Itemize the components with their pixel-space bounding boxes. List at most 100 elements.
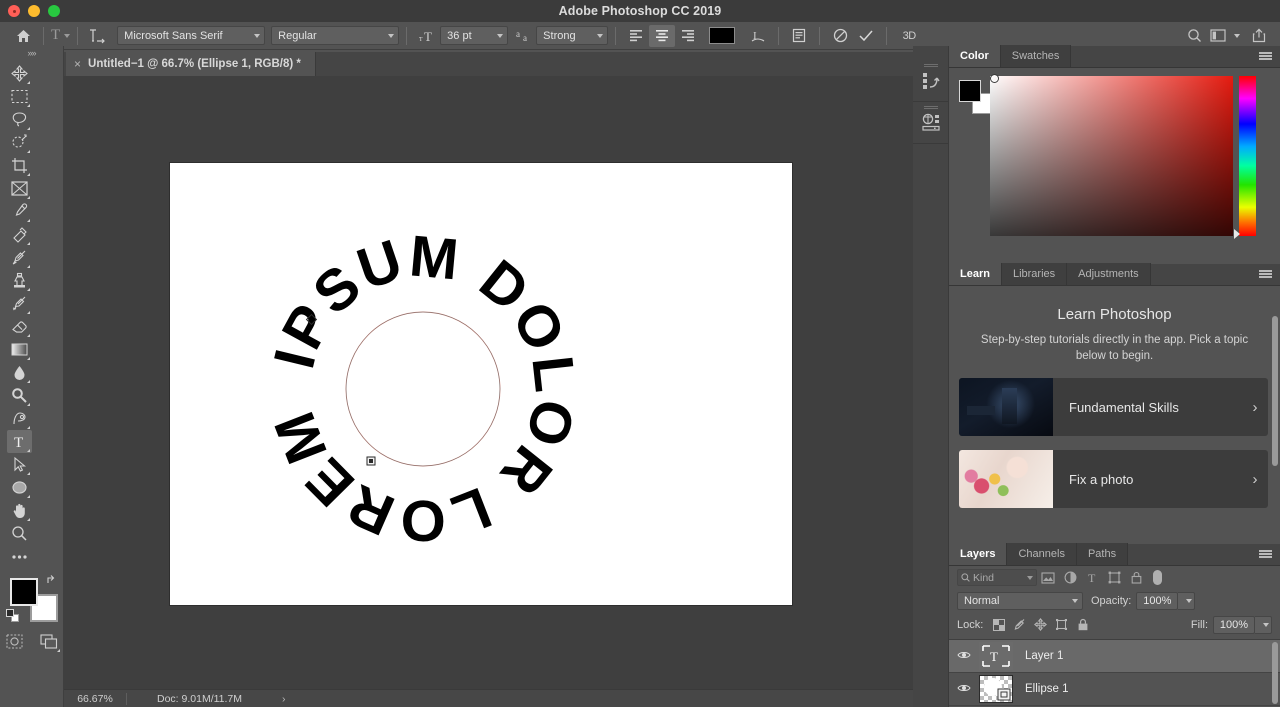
color-field-picker[interactable] bbox=[990, 74, 999, 83]
opacity-stepper[interactable] bbox=[1178, 592, 1196, 610]
tab-color[interactable]: Color bbox=[949, 45, 1001, 67]
frame-tool[interactable] bbox=[7, 177, 32, 200]
align-left-button[interactable] bbox=[623, 25, 649, 47]
foreground-color-swatch[interactable] bbox=[9, 578, 38, 606]
eraser-tool[interactable] bbox=[7, 315, 32, 338]
panel-menu-icon[interactable] bbox=[1259, 52, 1272, 61]
clone-stamp-tool[interactable] bbox=[7, 269, 32, 292]
search-icon[interactable] bbox=[1181, 25, 1207, 47]
pen-tool[interactable] bbox=[7, 407, 32, 430]
learn-panel-scrollbar[interactable] bbox=[1272, 316, 1278, 466]
layer-name[interactable]: Ellipse 1 bbox=[1013, 683, 1068, 695]
document-tab[interactable]: × Untitled−1 @ 66.7% (Ellipse 1, RGB/8) … bbox=[66, 52, 316, 76]
canvas-area[interactable]: IPSUM DOLOR LOREM bbox=[64, 76, 913, 689]
zoom-tool[interactable] bbox=[7, 522, 32, 545]
tab-adjustments[interactable]: Adjustments bbox=[1067, 263, 1151, 285]
home-icon[interactable] bbox=[10, 25, 36, 47]
spot-healing-brush-tool[interactable] bbox=[7, 223, 32, 246]
share-icon[interactable] bbox=[1246, 25, 1272, 47]
toggle-text-orientation-icon[interactable] bbox=[85, 25, 111, 47]
layer-list[interactable]: T Layer 1 Ellipse 1 bbox=[949, 639, 1280, 707]
edit-toolbar-tool[interactable] bbox=[7, 545, 32, 568]
swap-colors-icon[interactable] bbox=[46, 574, 58, 588]
panel-grip[interactable] bbox=[923, 64, 938, 68]
character-paragraph-panels-icon[interactable] bbox=[786, 25, 812, 47]
layer-thumbnail[interactable] bbox=[979, 675, 1013, 703]
align-center-button[interactable] bbox=[649, 24, 676, 47]
pixel-filter-icon[interactable] bbox=[1037, 568, 1059, 588]
type-filter-icon[interactable]: T bbox=[1081, 568, 1103, 588]
learn-card-fix-a-photo[interactable]: Fix a photo › bbox=[959, 450, 1268, 508]
document-canvas[interactable]: IPSUM DOLOR LOREM bbox=[170, 163, 792, 605]
rectangular-marquee-tool[interactable] bbox=[7, 85, 32, 108]
warp-text-icon[interactable]: I bbox=[745, 25, 771, 47]
tab-libraries[interactable]: Libraries bbox=[1001, 263, 1068, 285]
path-selection-tool[interactable] bbox=[7, 453, 32, 476]
tab-swatches[interactable]: Swatches bbox=[1000, 45, 1072, 67]
panel-grip[interactable] bbox=[923, 106, 938, 110]
default-colors-icon[interactable] bbox=[5, 609, 19, 622]
panel-menu-icon[interactable] bbox=[1259, 550, 1272, 559]
filter-enable-toggle[interactable] bbox=[1153, 570, 1162, 585]
gradient-tool[interactable] bbox=[7, 338, 32, 361]
move-tool[interactable] bbox=[7, 62, 32, 85]
color-field[interactable] bbox=[990, 76, 1233, 236]
font-style-combo[interactable]: Regular bbox=[271, 26, 400, 45]
layers-scrollbar[interactable] bbox=[1272, 642, 1278, 704]
anti-aliasing-combo[interactable]: Strong bbox=[536, 26, 609, 45]
blur-tool[interactable] bbox=[7, 361, 32, 384]
history-brush-tool[interactable] bbox=[7, 292, 32, 315]
layer-visibility-icon[interactable] bbox=[949, 650, 979, 663]
type-tool[interactable]: T bbox=[7, 430, 32, 453]
shape-filter-icon[interactable] bbox=[1103, 568, 1125, 588]
commit-edits-icon[interactable] bbox=[853, 25, 879, 47]
path-end-handle[interactable] bbox=[366, 456, 376, 466]
lock-transparent-pixels-icon[interactable] bbox=[988, 615, 1009, 635]
quick-mask-mode-button[interactable] bbox=[2, 630, 27, 653]
hand-tool[interactable] bbox=[7, 499, 32, 522]
fill-value[interactable]: 100% bbox=[1213, 615, 1255, 634]
zoom-level[interactable]: 66.67% bbox=[64, 693, 126, 705]
status-expand-icon[interactable]: › bbox=[282, 693, 286, 705]
align-right-button[interactable] bbox=[675, 25, 701, 47]
history-panel-icon[interactable] bbox=[913, 60, 948, 102]
foreground-color-swatch[interactable] bbox=[959, 80, 981, 102]
screen-mode-button[interactable] bbox=[37, 630, 62, 653]
font-family-combo[interactable]: Microsoft Sans Serif bbox=[117, 26, 266, 45]
layer-thumbnail[interactable]: T bbox=[979, 642, 1013, 670]
adjustment-filter-icon[interactable] bbox=[1059, 568, 1081, 588]
properties-panel-icon[interactable] bbox=[913, 102, 948, 144]
lock-position-icon[interactable] bbox=[1030, 615, 1051, 635]
lasso-tool[interactable] bbox=[7, 108, 32, 131]
learn-card-fundamental-skills[interactable]: Fundamental Skills › bbox=[959, 378, 1268, 436]
lock-all-icon[interactable] bbox=[1072, 615, 1093, 635]
table-row[interactable]: T Layer 1 bbox=[949, 640, 1280, 673]
tool-preset-picker[interactable]: T bbox=[51, 27, 71, 44]
eyedropper-tool[interactable] bbox=[7, 200, 32, 223]
tab-layers[interactable]: Layers bbox=[949, 543, 1008, 565]
brush-tool[interactable] bbox=[7, 246, 32, 269]
lock-artboard-nesting-icon[interactable] bbox=[1051, 615, 1072, 635]
close-icon[interactable]: × bbox=[74, 57, 81, 71]
ellipse-tool[interactable] bbox=[7, 476, 32, 499]
layer-visibility-icon[interactable] bbox=[949, 683, 979, 696]
opacity-value[interactable]: 100% bbox=[1136, 592, 1179, 610]
hue-slider-handle[interactable] bbox=[1234, 229, 1240, 239]
tab-learn[interactable]: Learn bbox=[949, 263, 1002, 285]
table-row[interactable]: Ellipse 1 bbox=[949, 673, 1280, 706]
layer-filter-kind-select[interactable]: Kind bbox=[957, 569, 1037, 586]
object-selection-tool[interactable] bbox=[7, 131, 32, 154]
text-color-swatch[interactable] bbox=[709, 27, 736, 44]
font-size-combo[interactable]: 36 pt bbox=[440, 26, 509, 45]
tab-channels[interactable]: Channels bbox=[1007, 543, 1077, 565]
dodge-tool[interactable] bbox=[7, 384, 32, 407]
expand-toolbar-icon[interactable]: »» bbox=[0, 46, 63, 60]
cancel-edits-icon[interactable] bbox=[827, 25, 853, 47]
layer-name[interactable]: Layer 1 bbox=[1013, 650, 1063, 662]
three-d-mode-icon[interactable]: 3D bbox=[894, 25, 924, 47]
lock-image-pixels-icon[interactable] bbox=[1009, 615, 1030, 635]
blend-mode-select[interactable]: Normal bbox=[957, 592, 1083, 610]
panel-menu-icon[interactable] bbox=[1259, 270, 1272, 279]
fill-stepper[interactable] bbox=[1255, 615, 1272, 634]
hue-slider[interactable] bbox=[1239, 76, 1256, 236]
